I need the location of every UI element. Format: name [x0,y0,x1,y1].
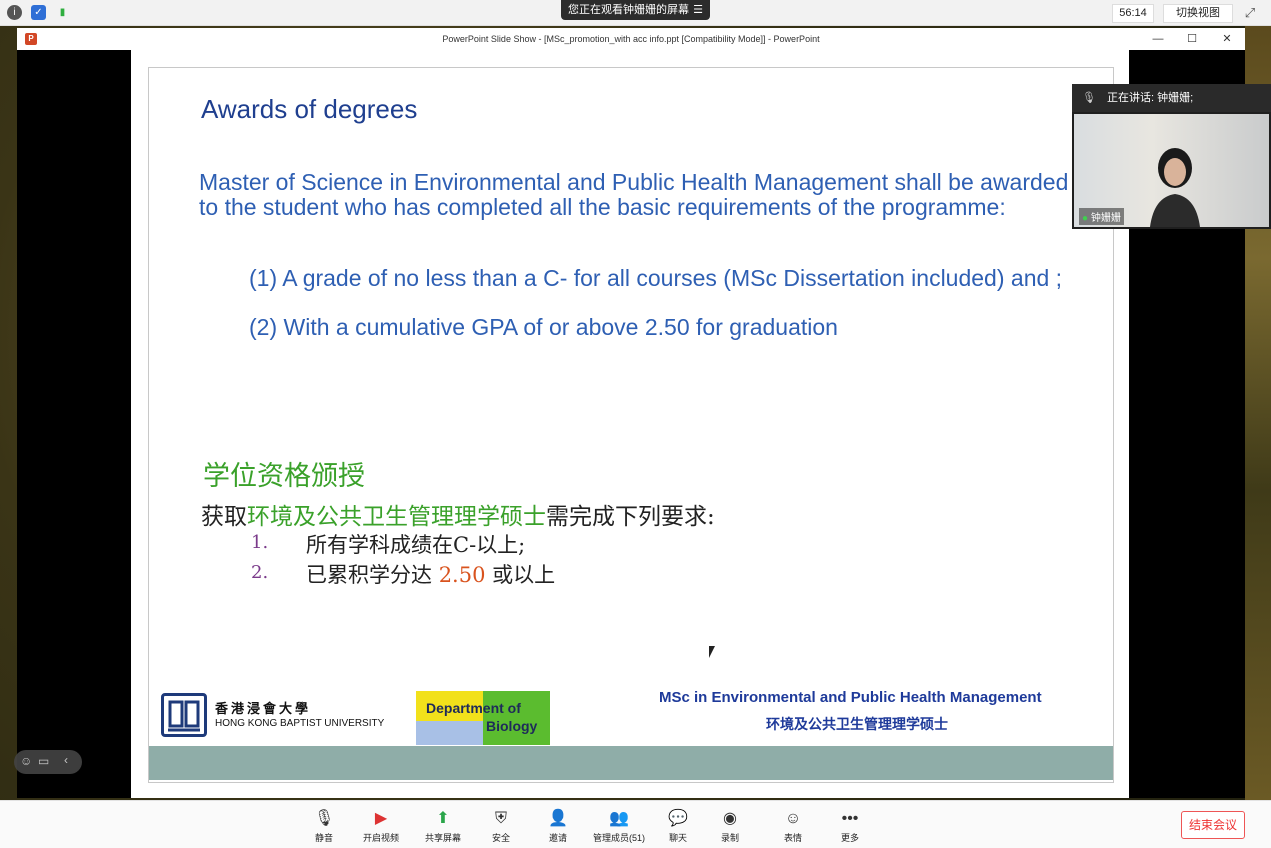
cn-number-1: 1. [251,532,269,553]
talking-label: 正在讲话: 钟姗姗; [1107,92,1194,104]
more-button[interactable]: ••• 更多 [820,801,880,848]
floating-controls[interactable]: ☺ ▭ ‹ [14,750,82,774]
chinese-requirement-line: 获取环境及公共卫生管理理学硕士需完成下列要求: [201,497,715,531]
fullscreen-icon[interactable]: ⤢ [1241,4,1259,21]
switch-view-label: 切换视图 [1176,7,1220,19]
dept-logo-blue-block [416,721,483,745]
smiley-icon: ☺ [784,810,802,827]
slide-bottom-band [149,746,1113,780]
cn-item-2: 已累积学分达 2.50 或以上 [306,559,555,589]
minimize-icon[interactable]: — [1143,28,1173,50]
reactions-icon[interactable]: ☺ [20,754,32,768]
active-speaker-panel[interactable]: 🎙 正在讲话: 钟姗姗; ● 钟姗姗 [1072,84,1271,229]
powerpoint-logo-icon: P [25,33,37,45]
record-label: 录制 [720,833,739,843]
collapse-icon[interactable]: ‹ [64,753,68,767]
more-label: 更多 [840,833,859,843]
add-user-icon: 👤 [548,810,568,827]
end-meeting-label: 结束会议 [1188,818,1237,832]
requirement-1: (1) A grade of no less than a C- for all… [249,265,1063,291]
requirement-2: (2) With a cumulative GPA of or above 2.… [249,314,838,340]
share-label: 共享屏幕 [424,833,461,843]
powerpoint-window: P PowerPoint Slide Show - [MSc_promotion… [17,28,1245,798]
mouse-cursor-icon [709,646,715,658]
share-banner-text: 您正在观看钟姗姗的屏幕 [568,4,689,16]
meeting-timer: 56:14 [1112,4,1154,23]
chat-label: 聊天 [668,833,687,843]
security-button[interactable]: ⛨ 安全 [471,801,531,848]
participants-label: 管理成员(51) [592,833,645,843]
reactions-button[interactable]: ☺ 表情 [763,801,823,848]
ppt-title-bar: P PowerPoint Slide Show - [MSc_promotion… [17,28,1245,50]
footer-programme-english: MSc in Environmental and Public Health M… [659,689,1042,706]
chat-bubble-icon: 💬 [668,810,688,827]
slide-content: Awards of degrees Master of Science in E… [148,67,1114,783]
record-button[interactable]: ◉ 录制 [700,801,760,848]
invite-label: 邀请 [548,833,567,843]
hkbu-logo-icon [161,693,207,737]
cn-item-2-pre: 已累积学分达 [306,563,439,587]
video-label: 开启视频 [362,833,399,843]
cn-item-2-post: 或以上 [485,563,556,587]
shield-icon: ⛨ [494,810,507,827]
speaker-mic-icon: ● [1082,213,1089,224]
share-screen-icon: ⬆ [436,810,450,827]
cn-line-programme: 环境及公共卫生管理理学硕士 [247,504,546,530]
end-meeting-button[interactable]: 结束会议 [1181,811,1245,839]
footer-programme-chinese: 环境及公共卫生管理理学硕士 [766,717,948,733]
invite-button[interactable]: 👤 邀请 [528,801,588,848]
speaker-header: 🎙 正在讲话: 钟姗姗; [1072,84,1271,112]
cn-line-pre: 获取 [201,504,247,530]
chat-icon[interactable]: ▭ [38,754,49,768]
mute-label: 静音 [314,833,333,843]
microphone-icon: 🎙 [314,810,335,827]
info-icon[interactable]: i [7,5,22,20]
participants-button[interactable]: 👥 管理成员(51) [588,801,650,848]
record-icon: ◉ [723,810,737,827]
video-off-icon: ▶ [374,810,388,827]
speaker-name: 钟姗姗 [1090,213,1121,224]
cn-line-post: 需完成下列要求: [546,504,715,530]
hkbu-name-chinese: 香港浸會大學 [215,702,312,717]
microphone-icon: 🎙 [1082,92,1096,104]
share-screen-button[interactable]: ⬆ 共享屏幕 [413,801,473,848]
speaker-name-tag: ● 钟姗姗 [1079,208,1124,225]
speaker-person-icon [1150,148,1200,227]
cn-item-1: 所有学科成绩在C-以上; [306,533,526,557]
close-icon[interactable]: ✕ [1212,28,1242,50]
speaker-video: ● 钟姗姗 [1074,114,1269,227]
chat-button[interactable]: 💬 聊天 [648,801,708,848]
mute-button[interactable]: 🎙 静音 [294,801,354,848]
department-of-biology-logo: Department of Biology [416,691,550,745]
slide-title: Awards of degrees [201,94,418,124]
reactions-label: 表情 [783,833,802,843]
participants-icon: 👥 [609,810,629,827]
meeting-top-bar: i ✓ ▮ 您正在观看钟姗姗的屏幕 ☰ 56:14 切换视图 ⤢ [0,0,1271,26]
signal-strength-icon[interactable]: ▮ [55,5,70,20]
menu-icon[interactable]: ☰ [693,0,703,20]
maximize-icon[interactable]: ☐ [1177,28,1207,50]
chinese-title: 学位资格颁授 [203,461,365,492]
hkbu-name-english: HONG KONG BAPTIST UNIVERSITY [215,718,385,729]
security-label: 安全 [491,833,510,843]
start-video-button[interactable]: ▶ 开启视频 [351,801,411,848]
dept-label-line2: Biology [486,718,538,734]
slide: Awards of degrees Master of Science in E… [131,50,1129,798]
viewing-share-banner[interactable]: 您正在观看钟姗姗的屏幕 ☰ [561,0,710,20]
cn-item-2-gpa: 2.50 [438,563,486,587]
switch-view-button[interactable]: 切换视图 [1163,4,1233,23]
more-dots-icon: ••• [841,810,859,827]
meeting-toolbar: 🎙 静音 ▶ 开启视频 ⬆ 共享屏幕 ⛨ 安全 👤 邀请 👥 管理成员(51) … [0,800,1271,848]
cn-number-2: 2. [251,562,269,583]
window-title: PowerPoint Slide Show - [MSc_promotion_w… [442,34,820,44]
slide-paragraph: Master of Science in Environmental and P… [199,169,1069,220]
dept-label-line1: Department of [426,700,521,716]
security-shield-icon[interactable]: ✓ [31,5,46,20]
